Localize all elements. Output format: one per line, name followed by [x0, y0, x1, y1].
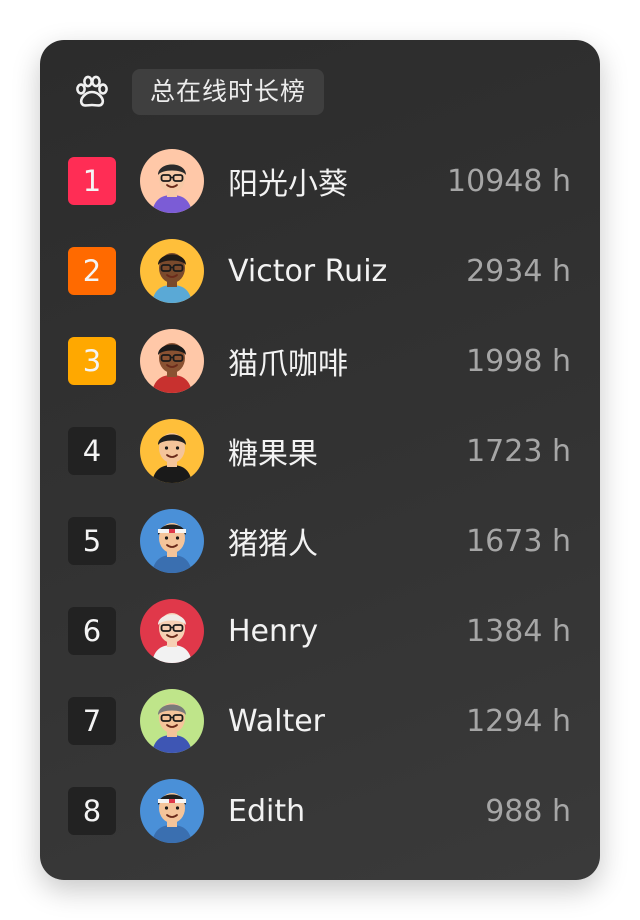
online-hours: 1384 h — [466, 613, 571, 649]
user-name: 猪猪人 — [228, 527, 318, 562]
user-avatar[interactable] — [140, 239, 204, 303]
online-hours: 1294 h — [466, 703, 571, 739]
user-name: 阳光小葵 — [228, 167, 348, 202]
leaderboard-row[interactable]: 3 猫爪咖啡 1998 h — [40, 316, 600, 406]
user-avatar[interactable] — [140, 599, 204, 663]
user-avatar[interactable] — [140, 419, 204, 483]
leaderboard-title[interactable]: 总在线时长榜 — [132, 69, 325, 115]
user-name: Henry — [228, 613, 319, 649]
leaderboard-header: 总在线时长榜 — [70, 68, 325, 116]
online-hours: 1723 h — [466, 433, 571, 469]
rank-badge: 5 — [68, 517, 116, 565]
user-avatar[interactable] — [140, 149, 204, 213]
online-hours: 2934 h — [466, 253, 571, 289]
leaderboard-row[interactable]: 7 Walter 1294 h — [40, 676, 600, 766]
leaderboard-row[interactable]: 8 Edith 988 h — [40, 766, 600, 856]
rank-badge: 7 — [68, 697, 116, 745]
online-hours: 988 h — [485, 793, 571, 829]
paw-print-icon — [70, 71, 112, 113]
rank-badge: 8 — [68, 787, 116, 835]
user-name: 糖果果 — [228, 437, 318, 472]
online-hours: 10948 h — [447, 163, 571, 199]
user-name: 猫爪咖啡 — [228, 347, 348, 382]
rank-badge: 2 — [68, 247, 116, 295]
user-name: Walter — [228, 703, 326, 739]
leaderboard-list: 1 阳光小葵 10948 h 2 Victor Ruiz 2934 h 3 猫爪… — [40, 136, 600, 856]
user-name: Victor Ruiz — [228, 253, 388, 289]
rank-badge: 3 — [68, 337, 116, 385]
rank-badge: 4 — [68, 427, 116, 475]
online-hours: 1673 h — [466, 523, 571, 559]
leaderboard-card: 总在线时长榜 1 阳光小葵 10948 h 2 Victor Ruiz 2934… — [40, 40, 600, 880]
leaderboard-row[interactable]: 2 Victor Ruiz 2934 h — [40, 226, 600, 316]
leaderboard-row[interactable]: 4 糖果果 1723 h — [40, 406, 600, 496]
leaderboard-row[interactable]: 1 阳光小葵 10948 h — [40, 136, 600, 226]
user-avatar[interactable] — [140, 689, 204, 753]
user-avatar[interactable] — [140, 329, 204, 393]
user-avatar[interactable] — [140, 509, 204, 573]
leaderboard-row[interactable]: 5 猪猪人 1673 h — [40, 496, 600, 586]
rank-badge: 1 — [68, 157, 116, 205]
user-name: Edith — [228, 793, 306, 829]
leaderboard-row[interactable]: 6 Henry 1384 h — [40, 586, 600, 676]
online-hours: 1998 h — [466, 343, 571, 379]
rank-badge: 6 — [68, 607, 116, 655]
user-avatar[interactable] — [140, 779, 204, 843]
